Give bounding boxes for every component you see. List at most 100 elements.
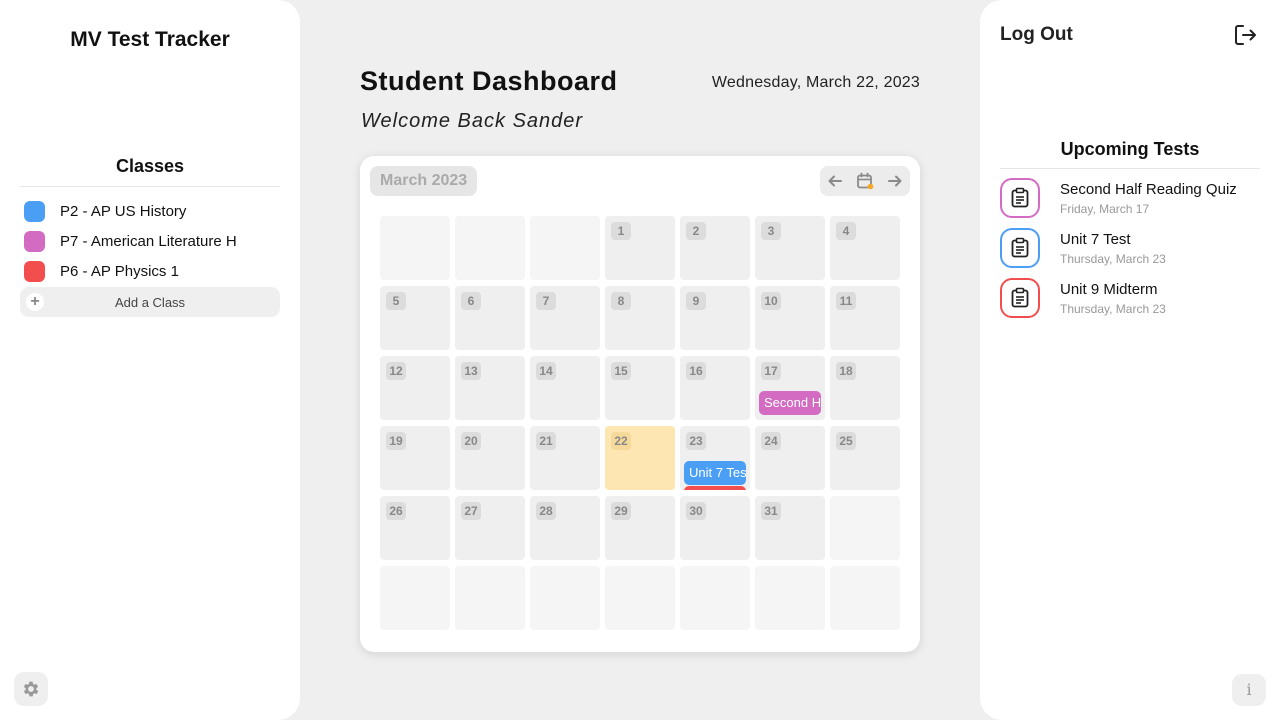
calendar-today-icon <box>857 172 874 190</box>
arrow-left-icon <box>828 175 842 187</box>
app-title: MV Test Tracker <box>70 28 230 51</box>
calendar-event-chip[interactable]: Second Half Reading Quiz <box>759 391 821 415</box>
next-month-button[interactable] <box>883 169 907 193</box>
calendar-day[interactable]: 27 <box>455 496 525 560</box>
calendar-day-number: 29 <box>611 502 631 520</box>
info-button[interactable]: i <box>1232 674 1266 706</box>
calendar-day-number: 25 <box>836 432 856 450</box>
calendar-event-chip[interactable]: Unit 9 Midterm <box>684 486 746 490</box>
calendar-day-number: 22 <box>611 432 631 450</box>
calendar-grid: 1234567891011121314151617Second Half Rea… <box>380 216 900 636</box>
calendar-day[interactable]: 19 <box>380 426 450 490</box>
calendar-day[interactable]: 31 <box>755 496 825 560</box>
calendar-day[interactable]: 7 <box>530 286 600 350</box>
class-label: P7 - American Literature H <box>60 232 237 250</box>
class-item-american-literature[interactable]: P7 - American Literature H <box>24 226 280 256</box>
calendar-day[interactable]: 13 <box>455 356 525 420</box>
clipboard-icon <box>1000 278 1040 318</box>
calendar-nav <box>820 166 910 196</box>
calendar-day[interactable]: 20 <box>455 426 525 490</box>
calendar-day[interactable]: 1 <box>605 216 675 280</box>
calendar-month-label[interactable]: March 2023 <box>370 166 478 196</box>
page-title: Student Dashboard <box>360 66 618 96</box>
calendar-day[interactable]: 17 Second Half Reading Quiz <box>755 356 825 420</box>
calendar-week-row: 5 6 7 8 9 10 11 <box>380 286 900 350</box>
calendar-day-number: 21 <box>536 432 556 450</box>
upcoming-test-item[interactable]: Second Half Reading Quiz Friday, March 17 <box>1000 178 1260 228</box>
upcoming-tests-heading: Upcoming Tests <box>1060 139 1200 159</box>
calendar-day-number: 15 <box>611 362 631 380</box>
calendar-day-number: 20 <box>461 432 481 450</box>
test-date: Thursday, March 23 <box>1060 252 1166 266</box>
calendar-day[interactable]: 16 <box>680 356 750 420</box>
arrow-right-icon <box>888 175 902 187</box>
calendar-day-number: 30 <box>686 502 706 520</box>
calendar-day-number: 10 <box>761 292 781 310</box>
class-item-ap-physics[interactable]: P6 - AP Physics 1 <box>24 256 280 286</box>
calendar-day-number: 1 <box>611 222 631 240</box>
calendar-day-number: 13 <box>461 362 481 380</box>
add-class-label: Add a Class <box>114 294 186 310</box>
calendar-day-today[interactable]: 22 <box>605 426 675 490</box>
calendar-empty-cell <box>455 566 525 630</box>
calendar-day-number: 26 <box>386 502 406 520</box>
add-class-button[interactable]: + Add a Class <box>20 287 280 317</box>
welcome-message: Welcome Back Sander <box>361 110 584 132</box>
calendar-day[interactable]: 15 <box>605 356 675 420</box>
today-button[interactable] <box>853 169 877 193</box>
calendar-day[interactable]: 23 Unit 7 TestUnit 9 Midterm <box>680 426 750 490</box>
calendar-empty-cell <box>755 566 825 630</box>
prev-month-button[interactable] <box>823 169 847 193</box>
calendar-day[interactable]: 11 <box>830 286 900 350</box>
calendar-event-chip[interactable]: Unit 7 Test <box>684 461 746 485</box>
calendar-day-number: 31 <box>761 502 781 520</box>
calendar-day[interactable]: 3 <box>755 216 825 280</box>
class-label: P2 - AP US History <box>60 202 187 220</box>
calendar-day[interactable]: 12 <box>380 356 450 420</box>
logout-button[interactable]: Log Out <box>1000 24 1073 46</box>
calendar-day[interactable]: 30 <box>680 496 750 560</box>
calendar-day-number: 9 <box>686 292 706 310</box>
calendar-week-row <box>380 566 900 630</box>
calendar-day-number: 8 <box>611 292 631 310</box>
calendar-day-number: 14 <box>536 362 556 380</box>
calendar-empty-cell <box>530 216 600 280</box>
class-list: P2 - AP US History P7 - American Literat… <box>24 196 280 286</box>
calendar-week-row: 19 20 21 22 23 Unit 7 TestUnit 9 Midterm 24 25 <box>380 426 900 490</box>
calendar-day-number: 19 <box>386 432 406 450</box>
calendar-day[interactable]: 25 <box>830 426 900 490</box>
upcoming-test-item[interactable]: Unit 7 Test Thursday, March 23 <box>1000 228 1260 278</box>
left-sidebar: MV Test Tracker Classes P2 - AP US Histo… <box>0 0 300 720</box>
calendar-day[interactable]: 5 <box>380 286 450 350</box>
calendar-day[interactable]: 18 <box>830 356 900 420</box>
calendar-day[interactable]: 21 <box>530 426 600 490</box>
calendar-day[interactable]: 10 <box>755 286 825 350</box>
logout-icon[interactable] <box>1232 22 1258 48</box>
calendar-day[interactable]: 9 <box>680 286 750 350</box>
clipboard-icon <box>1000 178 1040 218</box>
classes-heading: Classes <box>115 156 185 176</box>
calendar-day[interactable]: 14 <box>530 356 600 420</box>
calendar-week-row: 12 13 14 15 16 17 Second Half Reading Quiz 18 <box>380 356 900 420</box>
calendar-day[interactable]: 4 <box>830 216 900 280</box>
test-name: Unit 9 Midterm <box>1060 281 1158 298</box>
calendar-day[interactable]: 29 <box>605 496 675 560</box>
calendar-day-number: 12 <box>386 362 406 380</box>
plus-icon: + <box>26 293 44 311</box>
calendar-day[interactable]: 24 <box>755 426 825 490</box>
calendar-day[interactable]: 2 <box>680 216 750 280</box>
calendar-empty-cell <box>680 566 750 630</box>
calendar-day-number: 18 <box>836 362 856 380</box>
calendar-day[interactable]: 6 <box>455 286 525 350</box>
settings-button[interactable] <box>14 672 48 706</box>
test-name: Unit 7 Test <box>1060 231 1131 248</box>
test-name: Second Half Reading Quiz <box>1060 181 1237 198</box>
calendar-day-number: 3 <box>761 222 781 240</box>
calendar-day[interactable]: 26 <box>380 496 450 560</box>
class-item-ap-us-history[interactable]: P2 - AP US History <box>24 196 280 226</box>
calendar-day[interactable]: 28 <box>530 496 600 560</box>
divider <box>20 186 280 187</box>
upcoming-test-item[interactable]: Unit 9 Midterm Thursday, March 23 <box>1000 278 1260 328</box>
calendar-day[interactable]: 8 <box>605 286 675 350</box>
calendar-empty-cell <box>830 566 900 630</box>
